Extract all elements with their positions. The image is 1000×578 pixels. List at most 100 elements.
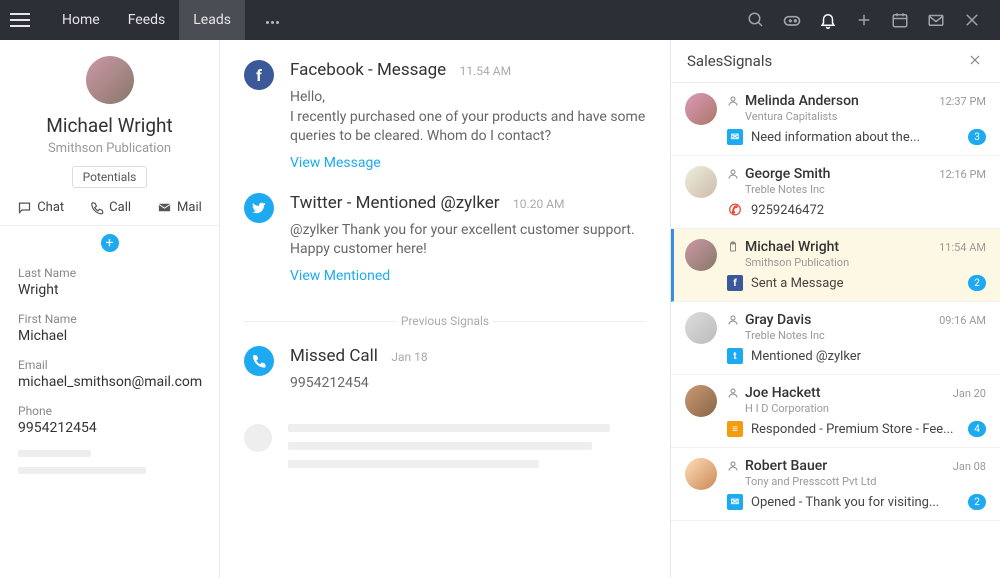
panel-item[interactable]: George Smith 12:16 PM Treble Notes Inc ✆…: [671, 156, 1000, 229]
survey-icon: ≡: [727, 421, 743, 437]
item-name: Robert Bauer: [745, 458, 827, 474]
call-label: Call: [109, 200, 131, 215]
bell-icon[interactable]: [810, 0, 846, 40]
plus-icon[interactable]: [846, 0, 882, 40]
close-icon[interactable]: [968, 53, 984, 69]
last-name-value: Wright: [18, 282, 201, 298]
person-icon: [727, 314, 739, 326]
clipboard-icon: [727, 241, 739, 253]
item-time: 11:54 AM: [939, 241, 986, 254]
panel-item[interactable]: Joe Hackett Jan 20 H I D Corporation ≡ R…: [671, 375, 1000, 448]
mail-icon: ✉: [727, 494, 743, 510]
avatar: [86, 56, 134, 104]
missed-call-icon: [244, 346, 274, 376]
item-time: 12:16 PM: [939, 168, 986, 181]
mail-button[interactable]: Mail: [157, 200, 202, 215]
item-time: Jan 08: [953, 460, 986, 473]
topbar: Home Feeds Leads: [0, 0, 1000, 40]
phone-value: 9954212454: [18, 420, 201, 436]
last-name-label: Last Name: [18, 266, 201, 280]
item-time: 12:37 PM: [939, 95, 986, 108]
signal-text: 9954212454: [290, 374, 646, 394]
add-button[interactable]: +: [101, 234, 119, 252]
item-company: Treble Notes Inc: [745, 183, 986, 196]
nav-home[interactable]: Home: [48, 0, 114, 40]
email-label: Email: [18, 358, 201, 372]
item-name: Gray Davis: [745, 312, 811, 328]
signal-twitter: Twitter - Mentioned @zylker 10.20 AM @zy…: [220, 193, 670, 306]
item-name: George Smith: [745, 166, 830, 182]
item-action: Sent a Message: [751, 276, 960, 291]
person-icon: [727, 460, 739, 472]
menu-icon[interactable]: [10, 13, 30, 27]
item-badge: 2: [968, 275, 986, 291]
item-time: Jan 20: [953, 387, 986, 400]
call-button[interactable]: Call: [90, 200, 131, 215]
phone-icon: ✆: [727, 202, 743, 218]
item-company: Tony and Presscott Pvt Ltd: [745, 475, 986, 488]
facebook-icon: f: [244, 60, 274, 90]
first-name-label: First Name: [18, 312, 201, 326]
mail-label: Mail: [177, 200, 202, 215]
person-icon: [727, 168, 739, 180]
item-time: 09:16 AM: [939, 314, 986, 327]
signal-title: Twitter - Mentioned @zylker: [290, 193, 500, 213]
calendar-icon[interactable]: [882, 0, 918, 40]
view-mentioned-link[interactable]: View Mentioned: [290, 268, 646, 284]
item-company: Smithson Publication: [745, 256, 986, 269]
tools-icon[interactable]: [954, 0, 990, 40]
panel-item-selected[interactable]: Michael Wright 11:54 AM Smithson Publica…: [671, 229, 1000, 302]
view-message-link[interactable]: View Message: [290, 155, 646, 171]
twitter-icon: t: [727, 348, 743, 364]
item-badge: 2: [968, 494, 986, 510]
potentials-tag[interactable]: Potentials: [72, 166, 148, 188]
panel-list: Melinda Anderson 12:37 PM Ventura Capita…: [671, 83, 1000, 578]
person-company: Smithson Publication: [0, 141, 219, 156]
email-value: michael_smithson@mail.com: [18, 374, 201, 390]
signal-title: Facebook - Message: [290, 60, 446, 80]
avatar: [685, 385, 717, 417]
signal-missed-call: Missed Call Jan 18 9954212454: [220, 346, 670, 424]
item-action: Responded - Premium Store - Fee...: [751, 422, 960, 437]
item-company: Treble Notes Inc: [745, 329, 986, 342]
person-name: Michael Wright: [0, 114, 219, 137]
item-company: H I D Corporation: [745, 402, 986, 415]
chat-label: Chat: [37, 200, 64, 215]
nav-leads[interactable]: Leads: [179, 0, 245, 40]
item-name: Joe Hackett: [745, 385, 820, 401]
item-badge: 4: [968, 421, 986, 437]
game-icon[interactable]: [774, 0, 810, 40]
avatar: [685, 239, 717, 271]
mail-icon[interactable]: [918, 0, 954, 40]
signal-facebook: f Facebook - Message 11.54 AM Hello, I r…: [220, 60, 670, 193]
skeleton-icon: [244, 424, 272, 452]
item-name: Michael Wright: [745, 239, 839, 255]
mail-icon: ✉: [727, 129, 743, 145]
panel-item[interactable]: Gray Davis 09:16 AM Treble Notes Inc t M…: [671, 302, 1000, 375]
signal-skeleton: [220, 424, 670, 500]
signal-title: Missed Call: [290, 346, 378, 366]
item-action: Mentioned @zylker: [751, 349, 986, 364]
twitter-icon: [244, 193, 274, 223]
phone-label: Phone: [18, 404, 201, 418]
signal-time: 11.54 AM: [460, 64, 511, 78]
item-name: Melinda Anderson: [745, 93, 859, 109]
chat-button[interactable]: Chat: [17, 200, 64, 215]
search-icon[interactable]: [738, 0, 774, 40]
item-company: Ventura Capitalists: [745, 110, 986, 123]
signal-text: @zylker Thank you for your excellent cus…: [290, 221, 646, 260]
panel-item[interactable]: Melinda Anderson 12:37 PM Ventura Capita…: [671, 83, 1000, 156]
avatar: [685, 93, 717, 125]
item-action: 9259246472: [751, 203, 986, 218]
signal-text: Hello, I recently purchased one of your …: [290, 88, 646, 147]
signal-time: 10.20 AM: [513, 197, 564, 211]
avatar: [685, 312, 717, 344]
avatar: [685, 458, 717, 490]
panel-item[interactable]: Robert Bauer Jan 08 Tony and Presscott P…: [671, 448, 1000, 521]
overflow-icon[interactable]: [265, 12, 280, 28]
nav-feeds[interactable]: Feeds: [114, 0, 180, 40]
signal-time: Jan 18: [391, 350, 427, 364]
person-icon: [727, 95, 739, 107]
facebook-icon: f: [727, 275, 743, 291]
lead-sidebar: Michael Wright Smithson Publication Pote…: [0, 40, 220, 578]
